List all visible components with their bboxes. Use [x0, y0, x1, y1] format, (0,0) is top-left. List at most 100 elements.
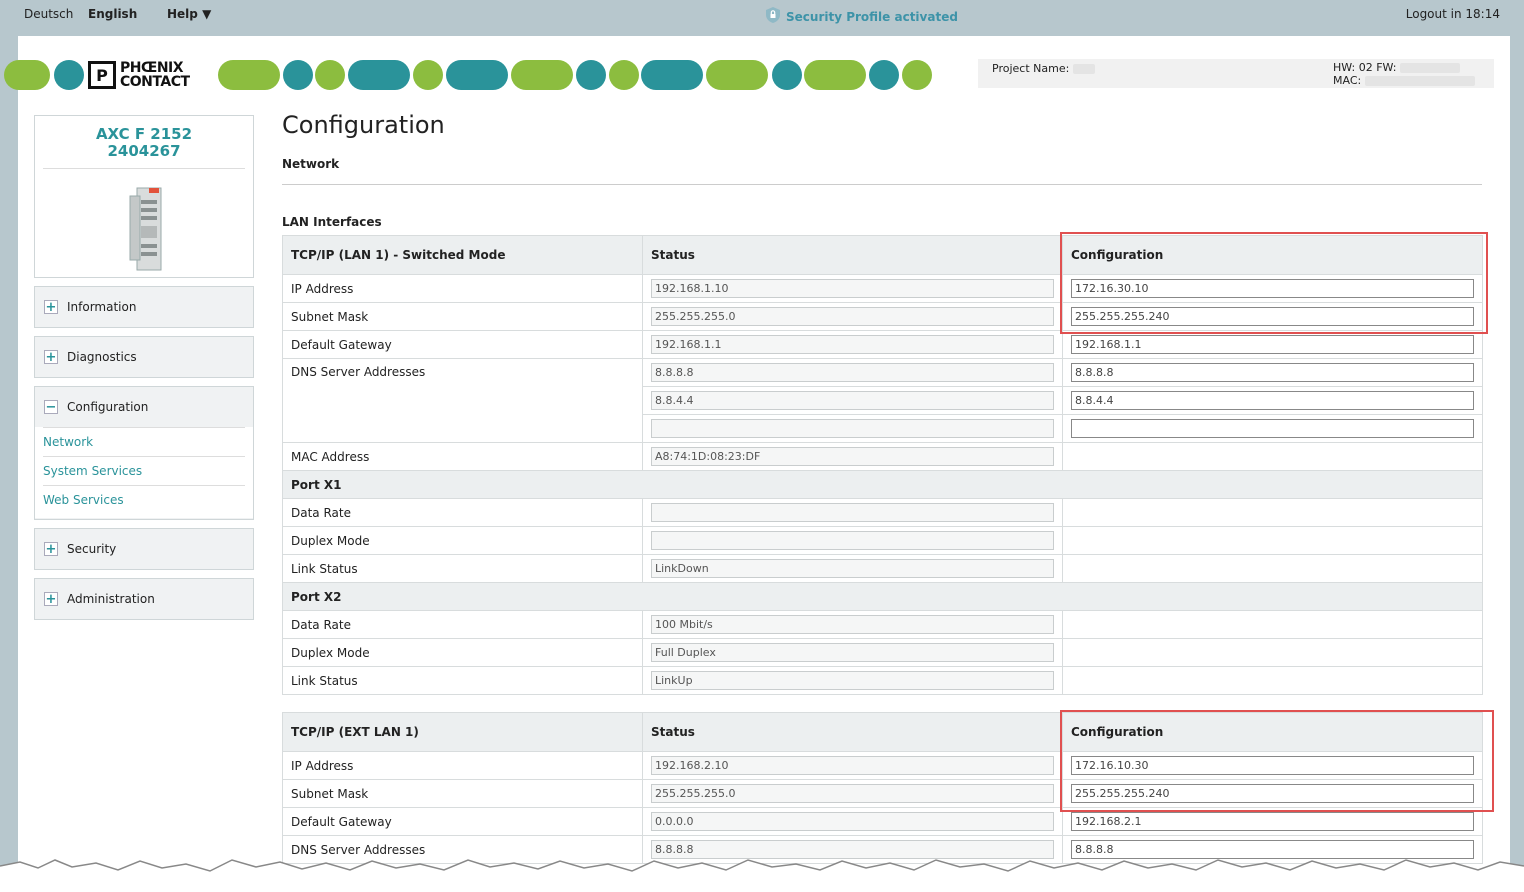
banner-pill — [283, 60, 313, 90]
sidebar-item-label: Information — [67, 300, 137, 314]
sidebar-item-configuration[interactable]: − Configuration Network System Services W… — [34, 386, 254, 520]
collapse-minus-icon[interactable]: − — [44, 400, 58, 414]
row-label: Duplex Mode — [282, 638, 643, 667]
ext-gateway-config-input[interactable] — [1071, 812, 1474, 831]
banner-pill — [706, 60, 768, 90]
section-heading: LAN Interfaces — [282, 215, 382, 229]
expand-plus-icon[interactable]: + — [44, 542, 58, 556]
table-row: Duplex Mode — [282, 526, 1483, 555]
row-label: Subnet Mask — [282, 302, 643, 331]
project-name-label: Project Name: — [992, 62, 1095, 75]
dns2-status-field — [651, 391, 1054, 410]
security-profile-text: Security Profile activated — [786, 9, 958, 24]
top-bar: Deutsch English Help ▼ Security Profile … — [0, 0, 1524, 36]
ext-ip-status-field — [651, 756, 1054, 775]
banner-pill — [511, 60, 573, 90]
table-row: Default Gateway — [282, 330, 1483, 359]
ext-lan1-header: TCP/IP (EXT LAN 1) — [282, 712, 643, 752]
device-part-number: 2404267 — [107, 142, 181, 160]
banner-pill — [218, 60, 280, 90]
banner-pill — [641, 60, 703, 90]
highlight-box-lan1 — [1060, 232, 1488, 334]
table-row: Data Rate — [282, 610, 1483, 639]
row-label: IP Address — [282, 751, 643, 780]
sidebar-item-label: Security — [67, 542, 117, 556]
help-menu[interactable]: Help ▼ — [167, 7, 211, 21]
table-row: DNS Server Addresses — [282, 358, 1483, 387]
sidebar-item-information[interactable]: + Information — [34, 286, 254, 328]
sidebar-item-security[interactable]: + Security — [34, 528, 254, 570]
row-label: Link Status — [282, 554, 643, 583]
dns3-config-input[interactable] — [1071, 419, 1474, 438]
x1-link-status-field — [651, 559, 1054, 578]
hw-fw-label: HW: 02 FW: — [1333, 61, 1460, 74]
ip-status-field — [651, 279, 1054, 298]
gateway-config-input[interactable] — [1071, 335, 1474, 354]
banner-pill — [609, 60, 639, 90]
row-label: MAC Address — [282, 442, 643, 471]
sidebar-item-diagnostics[interactable]: + Diagnostics — [34, 336, 254, 378]
left-margin — [0, 36, 18, 892]
device-card: AXC F 2152 2404267 — [34, 115, 254, 278]
row-label: Duplex Mode — [282, 526, 643, 555]
expand-plus-icon[interactable]: + — [44, 300, 58, 314]
row-label: Data Rate — [282, 610, 643, 639]
torn-edge-effect — [0, 859, 1524, 892]
row-label: Default Gateway — [282, 330, 643, 359]
table-row: Link Status — [282, 666, 1483, 695]
banner-pill — [804, 60, 866, 90]
lang-english-link[interactable]: English — [88, 7, 137, 21]
sidebar-item-label: Configuration — [67, 400, 149, 414]
row-label: IP Address — [282, 274, 643, 303]
logo-line-1: PHŒNIX — [120, 60, 184, 76]
status-column-header: Status — [642, 235, 1063, 275]
banner-pill — [576, 60, 606, 90]
banner-pill — [446, 60, 508, 90]
dns2-config-input[interactable] — [1071, 391, 1474, 410]
dns1-config-input[interactable] — [1071, 363, 1474, 382]
banner-pill — [348, 60, 410, 90]
logout-timer[interactable]: Logout in 18:14 — [1406, 7, 1500, 21]
sidebar-item-label: Diagnostics — [67, 350, 137, 364]
submenu-network[interactable]: Network — [43, 427, 245, 456]
port-x1-heading: Port X1 — [282, 470, 1483, 499]
submenu-system-services[interactable]: System Services — [43, 456, 245, 485]
logo-line-2: CONTACT — [120, 74, 190, 90]
shield-lock-icon — [764, 6, 782, 27]
dns3-status-field — [651, 419, 1054, 438]
table-row — [282, 414, 1483, 443]
ext-gateway-status-field — [651, 812, 1054, 831]
x1-duplex-field — [651, 531, 1054, 550]
banner-pill — [902, 60, 932, 90]
controller-device-image — [129, 187, 162, 271]
dns1-status-field — [651, 363, 1054, 382]
row-label: Default Gateway — [282, 807, 643, 836]
banner-pill — [869, 60, 899, 90]
lan1-header: TCP/IP (LAN 1) - Switched Mode — [282, 235, 643, 275]
table-row: Duplex Mode — [282, 638, 1483, 667]
project-info-box: Project Name: HW: 02 FW: MAC: — [978, 59, 1494, 88]
table-row: MAC Address — [282, 442, 1483, 471]
table-row: Link Status — [282, 554, 1483, 583]
expand-plus-icon[interactable]: + — [44, 592, 58, 606]
row-label: Subnet Mask — [282, 779, 643, 808]
mask-status-field — [651, 307, 1054, 326]
banner-pill — [413, 60, 443, 90]
row-label: Link Status — [282, 666, 643, 695]
x2-data-rate-field — [651, 615, 1054, 634]
submenu-web-services[interactable]: Web Services — [43, 485, 245, 514]
sidebar-item-label: Administration — [67, 592, 155, 606]
configuration-submenu: Network System Services Web Services — [35, 427, 253, 518]
lang-deutsch-link[interactable]: Deutsch — [24, 7, 73, 21]
status-column-header: Status — [642, 712, 1063, 752]
expand-plus-icon[interactable]: + — [44, 350, 58, 364]
brand-banner: P PHŒNIX CONTACT — [4, 58, 958, 92]
page-subtitle: Network — [282, 157, 340, 171]
right-margin — [1510, 36, 1524, 892]
table-row: Data Rate — [282, 498, 1483, 527]
row-label: DNS Server Addresses — [282, 358, 643, 387]
page-title: Configuration — [282, 111, 445, 139]
mac-status-field — [651, 447, 1054, 466]
banner-pill — [4, 60, 50, 90]
sidebar-item-administration[interactable]: + Administration — [34, 578, 254, 620]
